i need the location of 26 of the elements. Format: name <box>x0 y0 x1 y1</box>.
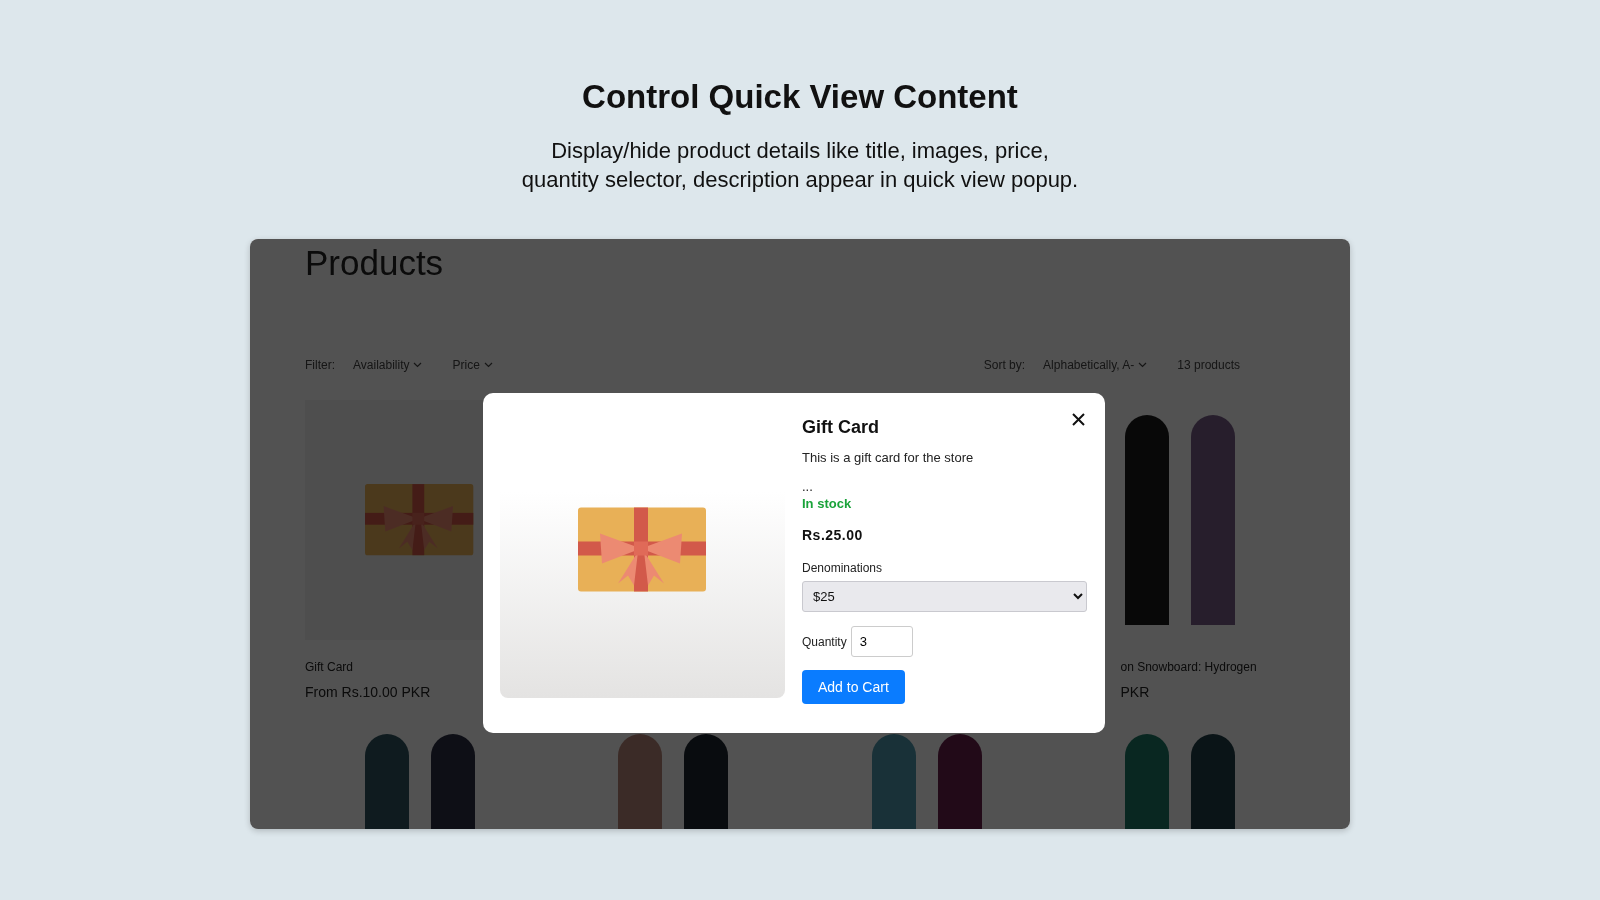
filter-dropdown[interactable]: Availability <box>353 358 423 372</box>
filter-label: Filter: <box>305 358 335 372</box>
product-price: From Rs.10.00 PKR <box>305 684 432 700</box>
chevron-down-icon <box>1138 362 1148 368</box>
sort-label: Sort by: <box>983 358 1026 372</box>
quantity-input[interactable]: 3 <box>850 626 913 657</box>
add-to-cart-button[interactable]: Add to Cart <box>802 670 905 704</box>
quantity-label: Quantity <box>802 634 847 649</box>
page-subtitle: Display/hide product details like title, images, price, quantity selector, description appear in quick view popup. <box>521 137 1079 194</box>
description-ellipsis: ... <box>802 479 814 494</box>
product-price: PKR <box>1119 684 1151 700</box>
variant-label: Denominations <box>802 561 884 575</box>
product-description: This is a gift card for the store <box>802 450 975 465</box>
page-title: Control Quick View Content <box>582 78 1018 116</box>
product-price: Rs.25.00 <box>802 527 864 543</box>
chevron-down-icon <box>483 362 493 368</box>
product-title: Gift Card <box>802 417 879 438</box>
close-button[interactable] <box>1070 411 1087 428</box>
filter-dropdown[interactable]: Price <box>452 358 493 372</box>
close-icon <box>1072 413 1085 426</box>
products-heading: Products <box>305 243 445 283</box>
variant-select[interactable]: $25 <box>802 581 1087 612</box>
sort-dropdown[interactable]: Alphabetically, A- <box>1043 358 1148 372</box>
stock-status: In stock <box>802 496 853 511</box>
chevron-down-icon <box>413 362 423 368</box>
product-count: 13 products <box>1177 358 1240 372</box>
